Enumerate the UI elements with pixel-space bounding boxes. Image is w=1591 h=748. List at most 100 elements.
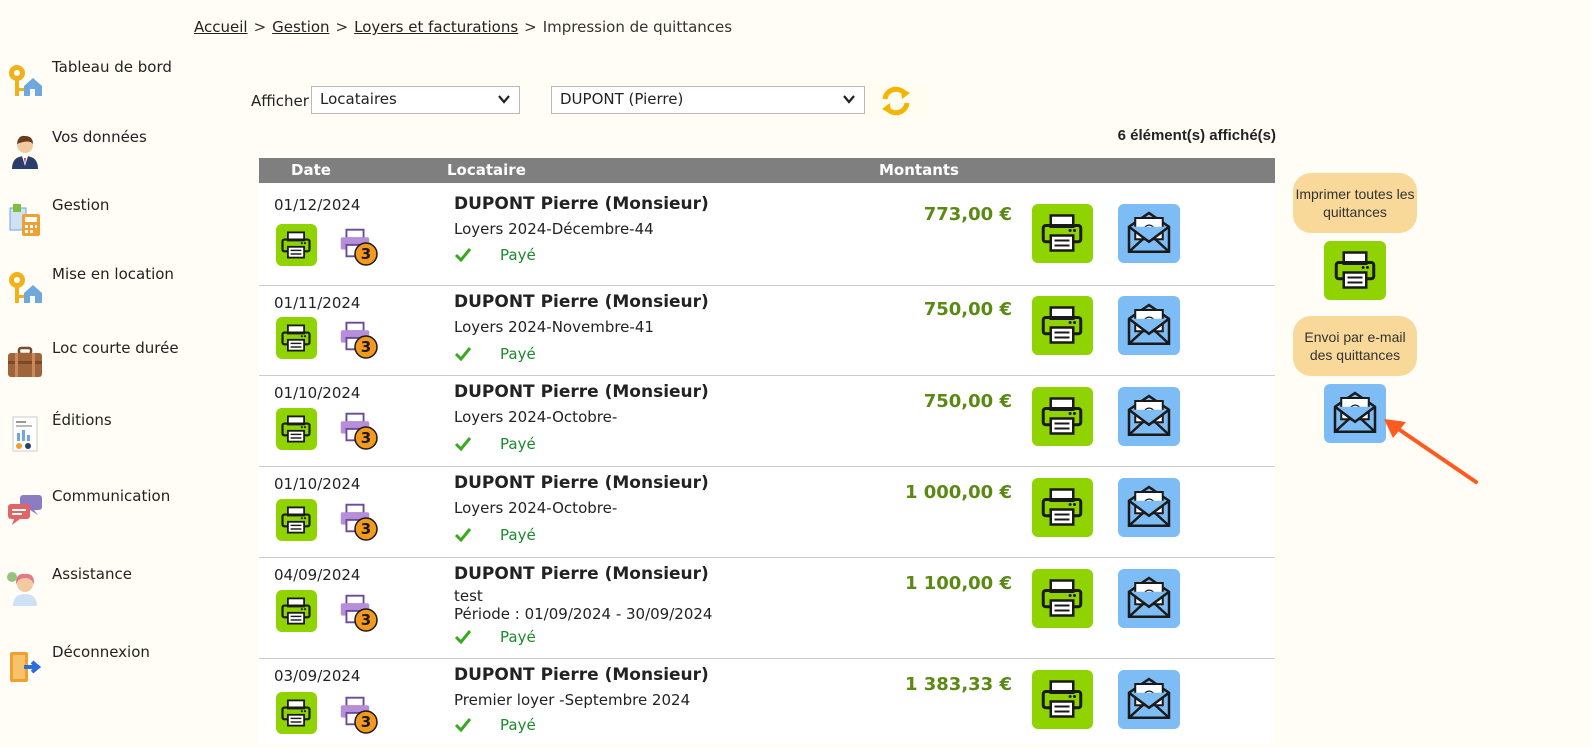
row-tenant: DUPONT Pierre (Monsieur) <box>454 665 709 685</box>
column-header-tenant: Locataire <box>447 161 526 179</box>
sidebar-item-management[interactable]: Gestion <box>6 196 206 240</box>
email-button[interactable] <box>1118 670 1180 729</box>
envelope-icon <box>1124 391 1174 441</box>
sidebar-item-label: Vos données <box>52 128 147 146</box>
print-all-button[interactable] <box>1324 241 1386 300</box>
printer-icon <box>1330 245 1380 295</box>
printer-icon <box>278 320 314 356</box>
email-button[interactable] <box>1118 569 1180 628</box>
envelope-icon <box>1330 388 1380 438</box>
refresh-button[interactable] <box>868 84 928 118</box>
print-receipt-button[interactable] <box>276 224 317 266</box>
status-text: Payé <box>500 345 536 363</box>
logout-icon <box>10 652 42 682</box>
row-amount: 750,00 € <box>923 299 1012 320</box>
printer-icon <box>1037 300 1087 350</box>
print-copies-button[interactable]: 3 <box>336 590 378 632</box>
envelope-icon <box>1124 674 1174 724</box>
sidebar-item-editions[interactable]: Éditions <box>6 411 206 455</box>
item-count: 6 élément(s) affiché(s) <box>1117 127 1276 144</box>
table-row: 01/10/2024 3 DUPONT Pierre (Monsieur) Lo… <box>259 466 1275 558</box>
email-button[interactable] <box>1118 204 1180 263</box>
row-description: test <box>454 587 483 605</box>
row-description: Premier loyer -Septembre 2024 <box>454 691 691 709</box>
sidebar-item-assistance[interactable]: Assistance <box>6 565 206 609</box>
sidebar-item-dashboard[interactable]: Tableau de bord <box>6 58 206 102</box>
check-icon <box>454 718 472 733</box>
svg-text:3: 3 <box>361 713 371 731</box>
table-row: 01/11/2024 3 DUPONT Pierre (Monsieur) Lo… <box>259 285 1275 376</box>
sidebar-item-short-term[interactable]: Loc courte durée <box>6 339 206 383</box>
row-amount: 1 000,00 € <box>904 482 1012 503</box>
status-text: Payé <box>500 716 536 734</box>
row-period: Période : 01/09/2024 - 30/09/2024 <box>454 605 713 623</box>
row-date: 01/10/2024 <box>274 384 361 402</box>
sidebar-item-logout[interactable]: Déconnexion <box>6 643 206 687</box>
display-type-select[interactable]: Locataires <box>311 86 520 114</box>
chevron-down-icon <box>497 92 511 106</box>
envelope-icon <box>1124 208 1174 258</box>
chevron-down-icon <box>842 92 856 106</box>
print-copies-button[interactable]: 3 <box>336 408 378 450</box>
row-tenant: DUPONT Pierre (Monsieur) <box>454 292 709 312</box>
print-receipt-button[interactable] <box>276 317 317 359</box>
count-badge: 3 <box>354 335 378 359</box>
email-button[interactable] <box>1118 296 1180 355</box>
display-type-value: Locataires <box>320 90 397 108</box>
print-copies-button[interactable]: 3 <box>336 499 378 541</box>
suitcase-icon <box>8 346 42 377</box>
printer-icon <box>1037 482 1087 532</box>
column-header-amounts: Montants <box>879 161 959 179</box>
print-button[interactable] <box>1032 296 1093 355</box>
calculator-icon <box>9 204 40 236</box>
print-copies-button[interactable]: 3 <box>336 317 378 359</box>
support-agent-icon <box>7 572 37 606</box>
row-tenant: DUPONT Pierre (Monsieur) <box>454 194 709 214</box>
print-receipt-button[interactable] <box>276 408 317 450</box>
printer-icon <box>278 695 314 731</box>
printer-icon <box>1037 208 1087 258</box>
print-button[interactable] <box>1032 478 1093 537</box>
key-house-icon <box>9 65 42 96</box>
printer-icon <box>278 593 314 629</box>
column-header-date: Date <box>291 161 331 179</box>
count-badge: 3 <box>354 608 378 632</box>
row-amount: 773,00 € <box>923 204 1012 225</box>
row-date: 01/10/2024 <box>274 475 361 493</box>
email-all-button[interactable] <box>1324 384 1386 443</box>
svg-text:3: 3 <box>361 245 371 263</box>
row-tenant: DUPONT Pierre (Monsieur) <box>454 564 709 584</box>
print-button[interactable] <box>1032 387 1093 446</box>
breadcrumb-rents-link[interactable]: Loyers et facturations <box>354 18 518 36</box>
email-button[interactable] <box>1118 478 1180 537</box>
sidebar-item-communication[interactable]: Communication <box>6 487 206 531</box>
receipts-table: 01/12/2024 3 DUPONT Pierre (Monsieur) Lo… <box>259 184 1275 744</box>
row-amount: 1 100,00 € <box>904 573 1012 594</box>
email-all-label: Envoi par e-mail des quittances <box>1293 316 1417 376</box>
row-description: Loyers 2024-Décembre-44 <box>454 220 654 238</box>
row-amount: 1 383,33 € <box>904 674 1012 695</box>
print-receipt-button[interactable] <box>276 590 317 632</box>
print-button[interactable] <box>1032 569 1093 628</box>
breadcrumb: Accueil > Gestion > Loyers et facturations > I… <box>194 18 732 36</box>
sidebar-item-rental[interactable]: Mise en location <box>6 265 206 309</box>
sidebar-item-label: Communication <box>52 487 171 505</box>
chat-bubbles-icon <box>8 495 42 525</box>
user-icon <box>12 135 38 169</box>
svg-text:3: 3 <box>361 338 371 356</box>
envelope-icon <box>1124 573 1174 623</box>
report-icon <box>12 416 38 452</box>
tenant-select[interactable]: DUPONT (Pierre) <box>551 86 865 114</box>
envelope-icon <box>1124 300 1174 350</box>
print-button[interactable] <box>1032 204 1093 263</box>
email-button[interactable] <box>1118 387 1180 446</box>
print-copies-button[interactable]: 3 <box>336 224 378 266</box>
key-house-icon <box>9 272 42 303</box>
breadcrumb-management-link[interactable]: Gestion <box>272 18 329 36</box>
tenant-value: DUPONT (Pierre) <box>560 90 684 108</box>
sidebar-item-your-data[interactable]: Vos données <box>6 128 206 172</box>
row-date: 01/11/2024 <box>274 294 361 312</box>
print-button[interactable] <box>1032 670 1093 729</box>
breadcrumb-home-link[interactable]: Accueil <box>194 18 248 36</box>
print-receipt-button[interactable] <box>276 499 317 541</box>
